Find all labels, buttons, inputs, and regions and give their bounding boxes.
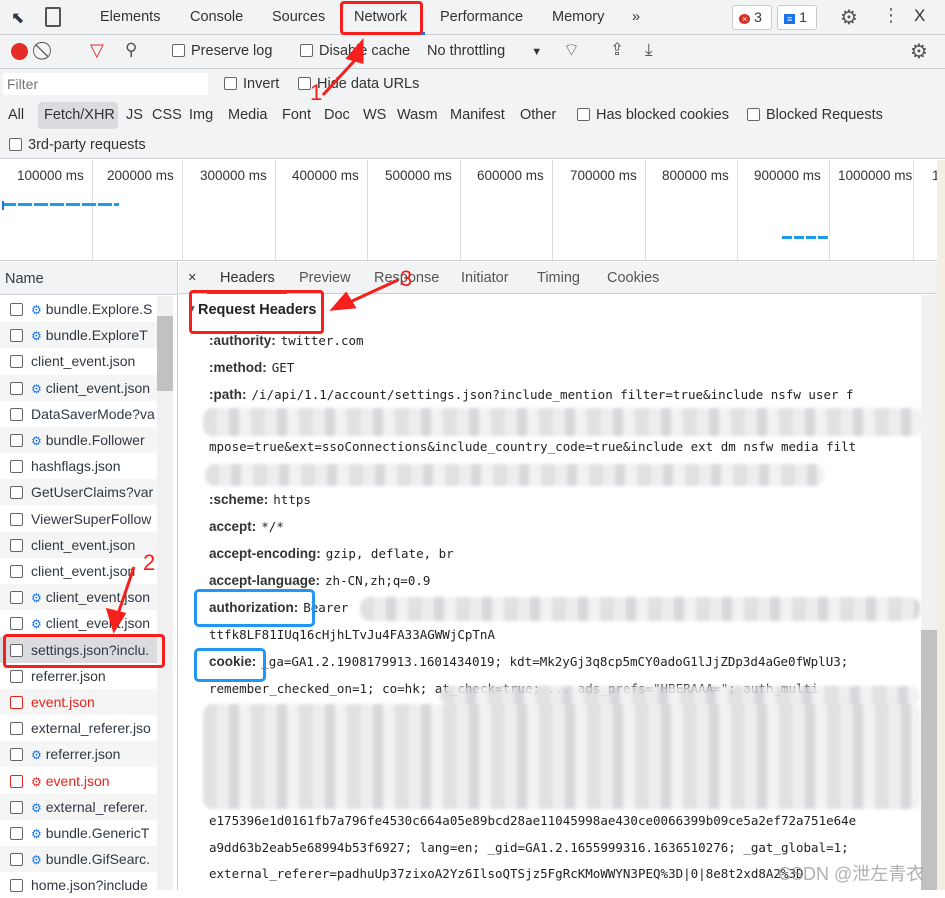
watermark: CSDN @泄左青衣 (778, 864, 925, 884)
annotation-number-2: 2 (143, 550, 156, 575)
arrow-head (345, 38, 364, 64)
annotation-number-1: 1 (310, 80, 323, 105)
arrow-head (329, 291, 357, 311)
arrow-head (105, 607, 127, 634)
annotation-number-3: 3 (400, 266, 413, 291)
annotation-arrows (105, 38, 399, 634)
